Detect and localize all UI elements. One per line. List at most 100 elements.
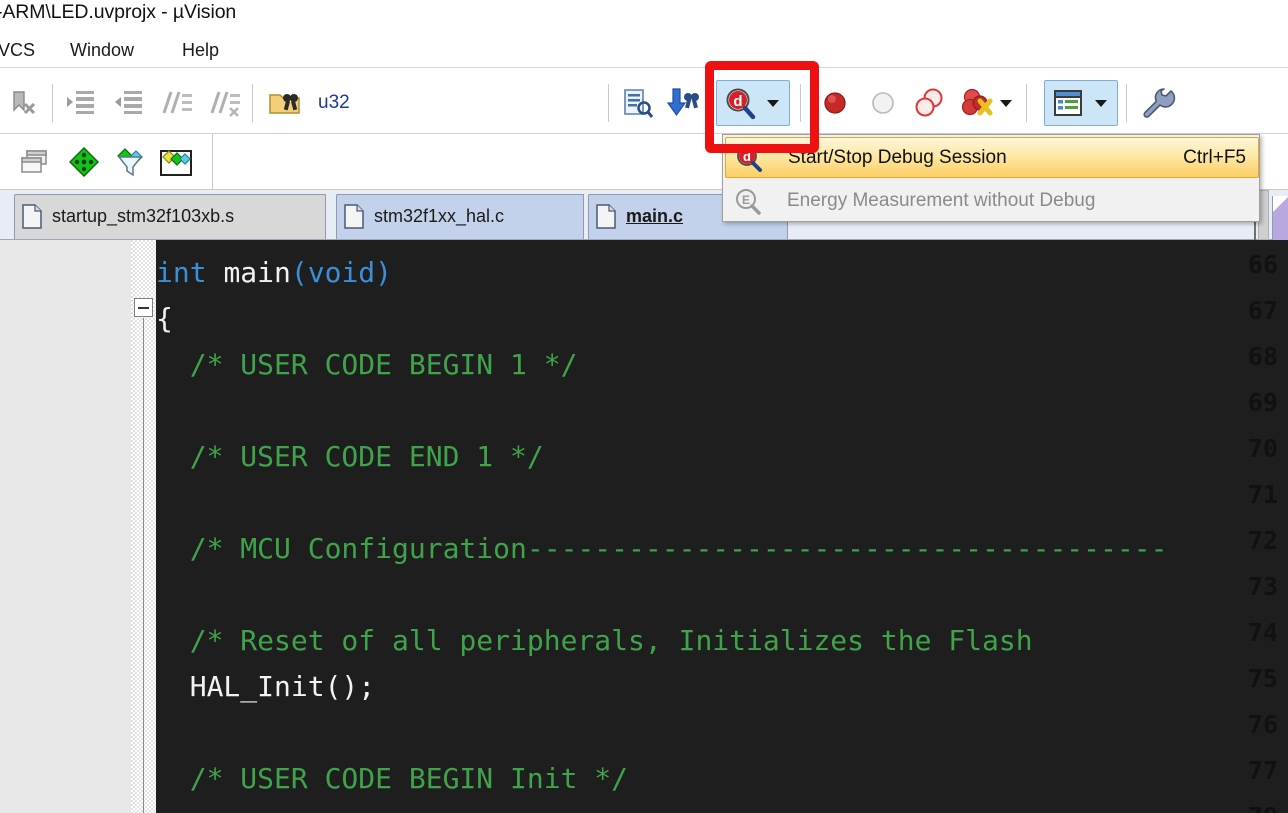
- debug-dropdown-caret-icon[interactable]: [767, 100, 779, 107]
- fold-guide-line: [143, 318, 144, 813]
- tab-startup-stm32f103xb-s[interactable]: startup_stm32f103xb.s: [14, 194, 326, 239]
- comment-icon: [154, 80, 200, 126]
- menu-item-energy-measurement[interactable]: E Energy Measurement without Debug: [725, 180, 1259, 221]
- svg-text:d: d: [733, 93, 742, 110]
- main-toolbar: u32 d: [0, 72, 1288, 192]
- target-options-icon: [62, 140, 106, 184]
- target-options-button[interactable]: [62, 140, 106, 184]
- kill-all-breakpoints-icon: [956, 80, 998, 126]
- menu-item-help[interactable]: Help: [178, 38, 223, 63]
- menu-bar: VCS Window Help: [0, 34, 1288, 70]
- menu-item-vcs[interactable]: VCS: [0, 38, 39, 63]
- code-line[interactable]: /* USER CODE BEGIN 1 */: [156, 342, 578, 388]
- insert-breakpoint-icon: [812, 80, 858, 126]
- batch-build-button[interactable]: [154, 140, 198, 184]
- indent-button[interactable]: [58, 80, 104, 126]
- energy-magnifier-icon: E: [733, 187, 763, 215]
- clear-bookmarks-button[interactable]: [0, 80, 46, 126]
- find-next-icon: [660, 80, 706, 126]
- code-token: /* USER CODE BEGIN Init */: [156, 762, 629, 795]
- toolbar-separator-6: [1126, 84, 1127, 122]
- wrench-icon: [1136, 80, 1182, 126]
- uncomment-icon: [202, 80, 248, 126]
- code-token: /* USER CODE BEGIN 1 */: [156, 348, 578, 381]
- filter-button[interactable]: [108, 140, 152, 184]
- cascade-windows-button[interactable]: [14, 140, 58, 184]
- disable-all-breakpoints-icon: [906, 80, 952, 126]
- title-bar: -ARM\LED.uvprojx - µVision: [0, 0, 1288, 32]
- code-line[interactable]: int main(void): [156, 250, 392, 296]
- svg-text:d: d: [743, 149, 751, 164]
- bookmark-goto-icon: [614, 80, 660, 126]
- menu-item-label: Start/Stop Debug Session: [788, 146, 1007, 168]
- insert-breakpoint-button[interactable]: [812, 80, 858, 126]
- tab-background: [14, 194, 326, 239]
- debug-magnifier-icon: d: [717, 81, 763, 125]
- indent-icon: [58, 80, 104, 126]
- comment-button[interactable]: [154, 80, 200, 126]
- code-token: {: [156, 302, 173, 335]
- tab-stm32f1xx-hal-c[interactable]: stm32f1xx_hal.c: [336, 194, 584, 239]
- debug-magnifier-icon: d: [734, 144, 764, 172]
- code-line[interactable]: HAL_Init();: [156, 664, 375, 710]
- outdent-icon: [106, 80, 152, 126]
- toolbar-separator-1: [52, 84, 53, 122]
- toolbar-separator-4: [800, 84, 801, 122]
- tab-fragment-right[interactable]: [1272, 196, 1288, 240]
- code-token: (: [290, 256, 308, 289]
- fold-collapse-button[interactable]: [134, 298, 153, 317]
- find-in-files-icon: [262, 80, 308, 126]
- uncomment-button[interactable]: [202, 80, 248, 126]
- configure-button[interactable]: [1136, 80, 1182, 126]
- toolbar-separator-2: [252, 84, 253, 122]
- batch-build-icon: [154, 140, 198, 184]
- symbol-combo-value[interactable]: u32: [318, 92, 350, 114]
- code-editor[interactable]: 66676869707172737475767778 int main(void…: [0, 240, 1288, 813]
- code-token: /* Reset of all peripherals, Initializes…: [156, 624, 1033, 657]
- line-number-gutter: [0, 240, 131, 813]
- menu-item-window[interactable]: Window: [66, 38, 138, 63]
- disable-all-breakpoints-button[interactable]: [906, 80, 952, 126]
- document-icon: [344, 204, 364, 229]
- outdent-button[interactable]: [106, 80, 152, 126]
- code-token: HAL_Init();: [156, 670, 376, 703]
- filter-icon: [108, 140, 152, 184]
- goto-definition-button[interactable]: [614, 80, 660, 126]
- manage-windows-caret-icon[interactable]: [1095, 100, 1107, 107]
- find-next-button[interactable]: [660, 80, 706, 126]
- manage-windows-button[interactable]: [1044, 80, 1118, 126]
- menu-item-start-stop-debug[interactable]: d Start/Stop Debug Session Ctrl+F5: [725, 137, 1259, 178]
- code-token: main: [223, 256, 291, 289]
- menubar-divider: [0, 67, 1288, 68]
- code-token: int: [156, 256, 224, 289]
- build-toolbar: [0, 134, 213, 190]
- manage-windows-icon: [1045, 81, 1091, 125]
- code-token: ): [375, 256, 393, 289]
- code-line[interactable]: /* USER CODE BEGIN Init */: [156, 756, 628, 802]
- clear-bookmarks-icon: [0, 80, 46, 126]
- toolbar-separator-3: [608, 84, 609, 122]
- find-in-files-button[interactable]: [262, 80, 308, 126]
- code-line[interactable]: /* MCU Configuration--------------------…: [156, 526, 1168, 572]
- kill-all-breakpoints-button[interactable]: [956, 80, 1018, 126]
- code-token: /* MCU Configuration--------------------…: [156, 532, 1168, 565]
- code-content[interactable]: int main(void){ /* USER CODE BEGIN 1 */ …: [156, 240, 1288, 813]
- code-token: void: [307, 256, 376, 289]
- menu-item-shortcut: Ctrl+F5: [1183, 146, 1246, 168]
- toolbar-separator-5: [1026, 84, 1027, 122]
- disable-breakpoint-icon: [860, 80, 906, 126]
- tab-background: [336, 194, 584, 239]
- code-line[interactable]: /* USER CODE END 1 */: [156, 434, 544, 480]
- debug-dropdown-menu[interactable]: d Start/Stop Debug Session Ctrl+F5 E Ene…: [722, 134, 1260, 222]
- document-icon: [596, 204, 616, 229]
- svg-text:E: E: [742, 193, 750, 207]
- uvision-window: -ARM\LED.uvprojx - µVision VCS Window He…: [0, 0, 1288, 813]
- window-title: -ARM\LED.uvprojx - µVision: [0, 1, 237, 23]
- document-icon: [22, 204, 42, 229]
- code-line[interactable]: /* Reset of all peripherals, Initializes…: [156, 618, 1033, 664]
- code-line[interactable]: {: [156, 296, 173, 342]
- disable-breakpoint-button[interactable]: [860, 80, 906, 126]
- code-token: /* USER CODE END 1 */: [156, 440, 544, 473]
- kill-breakpoints-caret-icon[interactable]: [1000, 100, 1012, 107]
- start-stop-debug-button[interactable]: d: [716, 80, 790, 126]
